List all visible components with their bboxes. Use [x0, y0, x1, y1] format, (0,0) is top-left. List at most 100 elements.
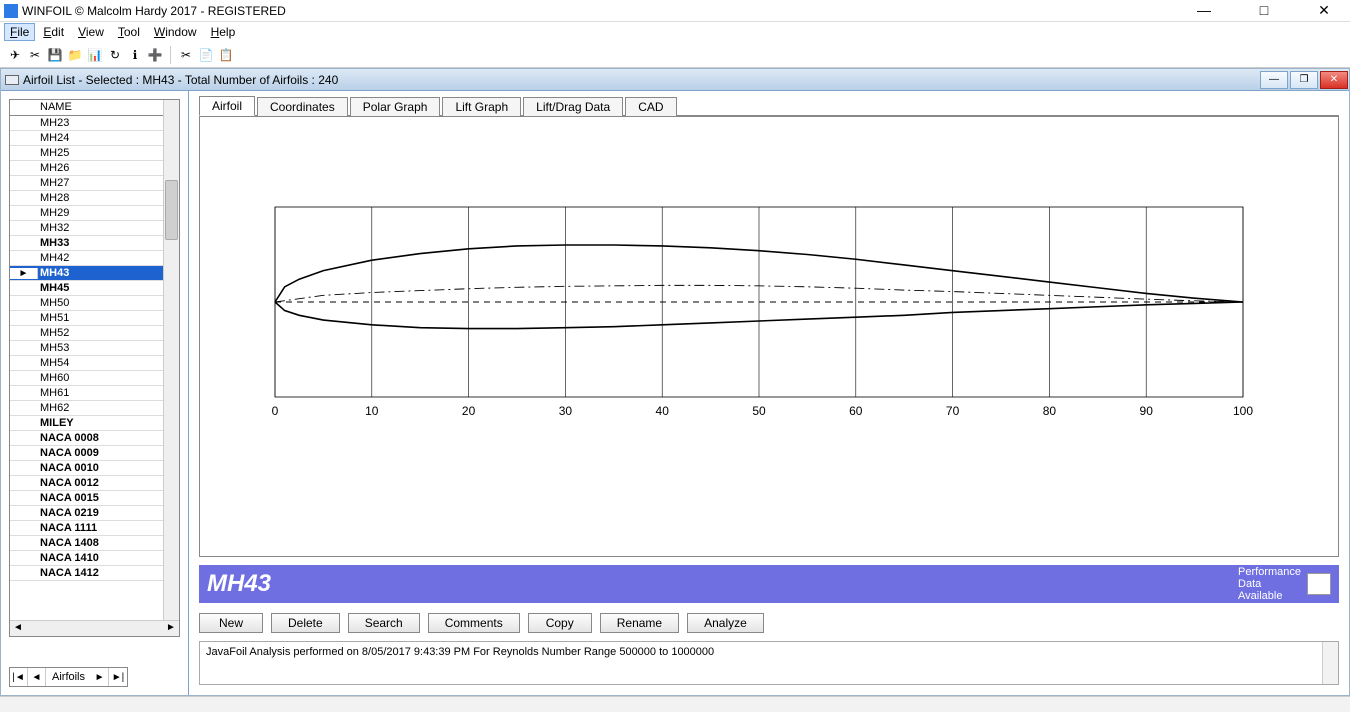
toolbar-chart-icon[interactable]: 📊 [86, 46, 104, 64]
list-item[interactable]: MH61 [10, 386, 163, 401]
action-buttons: New Delete Search Comments Copy Rename A… [199, 613, 1339, 633]
svg-text:30: 30 [559, 404, 573, 418]
airfoil-name-cell: MH60 [38, 372, 163, 384]
airfoil-name-cell: MILEY [38, 417, 163, 429]
comments-button[interactable]: Comments [428, 613, 520, 633]
tab-lift-graph[interactable]: Lift Graph [442, 97, 521, 116]
list-item[interactable]: MH50 [10, 296, 163, 311]
child-minimize-button[interactable]: — [1260, 71, 1288, 89]
list-item[interactable]: ►MH43 [10, 266, 163, 281]
list-item[interactable]: NACA 1408 [10, 536, 163, 551]
list-item[interactable]: MH54 [10, 356, 163, 371]
search-button[interactable]: Search [348, 613, 420, 633]
toolbar-paste-icon[interactable]: 📋 [217, 46, 235, 64]
menu-tool[interactable]: Tool [112, 23, 146, 41]
toolbar-copy-icon[interactable]: 📄 [197, 46, 215, 64]
menu-edit[interactable]: Edit [37, 23, 70, 41]
nav-prev-button[interactable]: ◄ [28, 668, 46, 686]
menu-file[interactable]: File [4, 23, 35, 41]
airfoil-name-cell: MH25 [38, 147, 163, 159]
list-item[interactable]: MH25 [10, 146, 163, 161]
toolbar-scissors-icon[interactable]: ✂ [26, 46, 44, 64]
toolbar-airfoil-icon[interactable]: ✈ [6, 46, 24, 64]
list-item[interactable]: MH52 [10, 326, 163, 341]
list-item[interactable]: NACA 0010 [10, 461, 163, 476]
toolbar-info-icon[interactable]: ℹ [126, 46, 144, 64]
nav-last-button[interactable]: ►| [109, 668, 127, 686]
child-window-icon [5, 75, 19, 85]
list-item[interactable]: MH60 [10, 371, 163, 386]
list-item[interactable]: MH24 [10, 131, 163, 146]
list-item[interactable]: MH28 [10, 191, 163, 206]
app-titlebar: WINFOIL © Malcolm Hardy 2017 - REGISTERE… [0, 0, 1350, 22]
window-bottom-scrollbar[interactable] [0, 696, 1350, 712]
nav-first-button[interactable]: |◄ [10, 668, 28, 686]
list-item[interactable]: NACA 0012 [10, 476, 163, 491]
airfoil-name-cell: MH26 [38, 162, 163, 174]
toolbar-plus-icon[interactable]: ➕ [146, 46, 164, 64]
list-item[interactable]: MH23 [10, 116, 163, 131]
list-item[interactable]: NACA 0015 [10, 491, 163, 506]
app-icon [4, 4, 18, 18]
tab-coordinates[interactable]: Coordinates [257, 97, 348, 116]
list-item[interactable]: NACA 1410 [10, 551, 163, 566]
menu-help[interactable]: Help [205, 23, 242, 41]
toolbar-save-icon[interactable]: 💾 [46, 46, 64, 64]
toolbar-folder-icon[interactable]: 📁 [66, 46, 84, 64]
analysis-status-box: JavaFoil Analysis performed on 8/05/2017… [199, 641, 1339, 685]
list-item[interactable]: NACA 1412 [10, 566, 163, 581]
list-item[interactable]: MH62 [10, 401, 163, 416]
tab-airfoil[interactable]: Airfoil [199, 96, 255, 116]
app-maximize-button[interactable]: □ [1242, 2, 1286, 19]
list-item[interactable]: MILEY [10, 416, 163, 431]
new-button[interactable]: New [199, 613, 263, 633]
toolbar-refresh-icon[interactable]: ↻ [106, 46, 124, 64]
list-item[interactable]: MH29 [10, 206, 163, 221]
list-item[interactable]: NACA 0009 [10, 446, 163, 461]
list-item[interactable]: MH42 [10, 251, 163, 266]
status-scrollbar[interactable] [1322, 642, 1338, 684]
airfoil-name-cell: NACA 1410 [38, 552, 163, 564]
menu-view[interactable]: View [72, 23, 110, 41]
scroll-left-icon[interactable]: ◄ [10, 621, 26, 636]
list-item[interactable]: MH27 [10, 176, 163, 191]
child-close-button[interactable]: ✕ [1320, 71, 1348, 89]
list-item[interactable]: NACA 0008 [10, 431, 163, 446]
list-item[interactable]: MH33 [10, 236, 163, 251]
menu-window[interactable]: Window [148, 23, 203, 41]
child-restore-button[interactable]: ❐ [1290, 71, 1318, 89]
tab-cad[interactable]: CAD [625, 97, 676, 116]
list-item[interactable]: NACA 1111 [10, 521, 163, 536]
toolbar-cut-icon[interactable]: ✂ [177, 46, 195, 64]
delete-button[interactable]: Delete [271, 613, 340, 633]
child-window-title: Airfoil List - Selected : MH43 - Total N… [23, 73, 338, 87]
airfoil-name-cell: NACA 0010 [38, 462, 163, 474]
toolbar-separator [170, 46, 171, 64]
tab-polar-graph[interactable]: Polar Graph [350, 97, 441, 116]
vertical-scrollbar[interactable] [163, 100, 179, 620]
list-header-name[interactable]: NAME [10, 100, 163, 116]
list-item[interactable]: MH51 [10, 311, 163, 326]
scroll-right-icon[interactable]: ► [163, 621, 179, 636]
tab-lift-drag-data[interactable]: Lift/Drag Data [523, 97, 623, 116]
list-item[interactable]: NACA 0219 [10, 506, 163, 521]
list-item[interactable]: MH26 [10, 161, 163, 176]
list-item[interactable]: MH45 [10, 281, 163, 296]
airfoil-name-cell: NACA 0008 [38, 432, 163, 444]
list-item[interactable]: MH53 [10, 341, 163, 356]
horizontal-scrollbar[interactable]: ◄ ► [10, 620, 179, 636]
analysis-status-text: JavaFoil Analysis performed on 8/05/2017… [206, 646, 714, 658]
copy-button[interactable]: Copy [528, 613, 592, 633]
analyze-button[interactable]: Analyze [687, 613, 764, 633]
rename-button[interactable]: Rename [600, 613, 679, 633]
svg-text:60: 60 [849, 404, 863, 418]
airfoil-name-cell: MH45 [38, 282, 163, 294]
list-item[interactable]: MH32 [10, 221, 163, 236]
app-minimize-button[interactable]: — [1182, 2, 1226, 19]
airfoil-name-cell: MH33 [38, 237, 163, 249]
child-titlebar: Airfoil List - Selected : MH43 - Total N… [1, 69, 1349, 91]
app-close-button[interactable]: ✕ [1302, 2, 1346, 19]
nav-next-button[interactable]: ► [91, 668, 109, 686]
row-gutter: ► [10, 268, 38, 279]
airfoil-name-cell: MH54 [38, 357, 163, 369]
